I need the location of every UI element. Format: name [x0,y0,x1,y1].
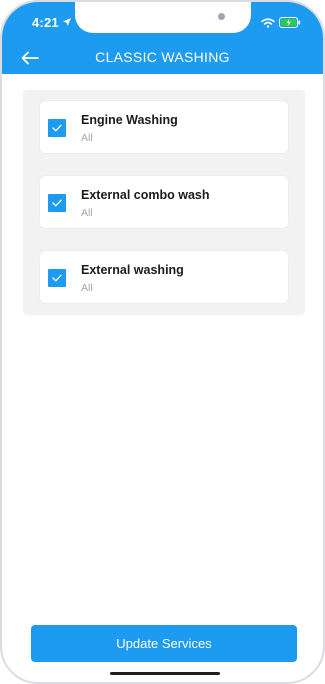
status-indicators [261,17,301,28]
service-checkbox[interactable] [48,119,66,137]
service-subtitle: All [81,207,93,219]
service-subtitle: All [81,132,93,144]
service-label: External washing [81,263,184,277]
service-label: External combo wash [81,188,210,202]
service-item-engine-washing[interactable]: Engine Washing All [40,101,288,153]
checkmark-icon [52,199,62,207]
update-services-button[interactable]: Update Services [31,625,297,662]
device-notch [75,2,251,33]
camera-dot [218,13,225,20]
battery-charging-icon [279,17,301,28]
services-list: Engine Washing All External combo wash A… [23,90,305,315]
home-indicator [110,672,220,675]
service-item-external-washing[interactable]: External washing All [40,251,288,303]
app-header: 4:21 CLASSIC WASHING [2,2,323,74]
wifi-icon [261,17,275,28]
status-time: 4:21 [32,15,59,30]
service-subtitle: All [81,282,93,294]
checkmark-icon [52,274,62,282]
page-title: CLASSIC WASHING [95,49,230,65]
service-item-external-combo-wash[interactable]: External combo wash All [40,176,288,228]
service-checkbox[interactable] [48,194,66,212]
service-checkbox[interactable] [48,269,66,287]
service-label: Engine Washing [81,113,178,127]
phone-frame: 4:21 CLASSIC WASHING Engine Washing All … [0,0,325,684]
location-arrow-icon [63,18,71,26]
checkmark-icon [52,124,62,132]
